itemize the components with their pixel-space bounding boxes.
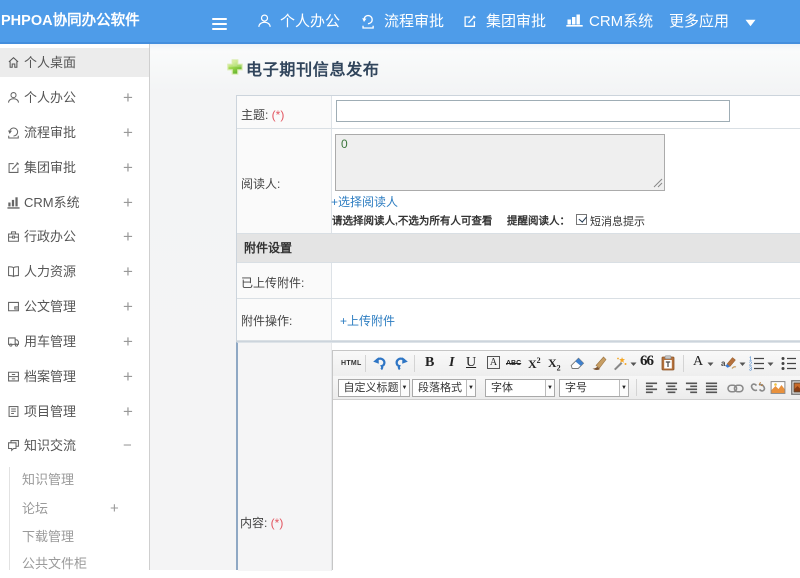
svg-text:a: a (721, 359, 726, 368)
svg-text:3: 3 (749, 367, 752, 372)
